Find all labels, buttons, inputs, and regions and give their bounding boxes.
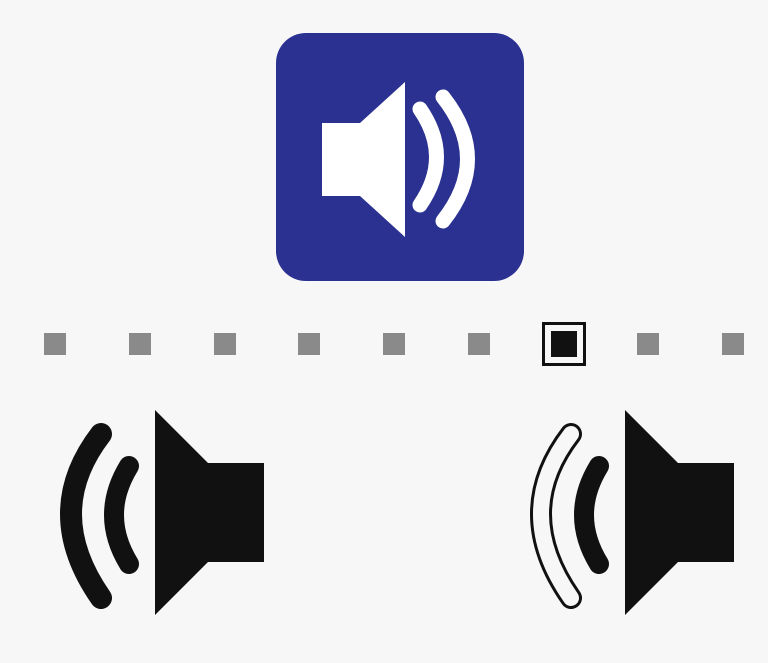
volume-level-step[interactable]	[722, 333, 744, 355]
volume-level-step[interactable]	[541, 322, 586, 366]
volume-level-step[interactable]	[128, 333, 151, 355]
volume-level-step[interactable]	[298, 333, 321, 355]
volume-level-indicator[interactable]	[44, 322, 744, 366]
volume-level-step[interactable]	[383, 333, 405, 355]
volume-level-step[interactable]	[213, 333, 236, 355]
volume-level-step[interactable]	[637, 333, 660, 355]
speaker-wave-small	[104, 456, 139, 574]
volume-level-step[interactable]	[467, 333, 490, 355]
speaker-cone	[625, 410, 734, 615]
volume-level-step-marker	[550, 331, 577, 357]
volume-increase-icon[interactable]	[525, 410, 745, 620]
speaker-wave-large	[60, 423, 112, 609]
volume-level-step[interactable]	[44, 333, 66, 355]
speaker-cone	[155, 410, 264, 615]
volume-decrease-icon[interactable]	[55, 410, 275, 620]
speaker-volume-icon[interactable]	[276, 33, 524, 281]
speaker-wave-small	[574, 456, 609, 574]
